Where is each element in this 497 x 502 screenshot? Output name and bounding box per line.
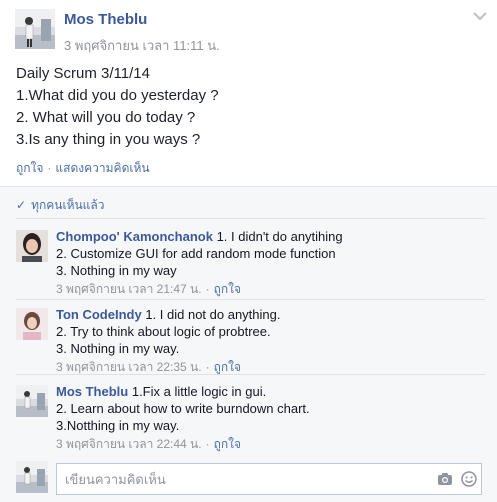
comment-like-link[interactable]: ถูกใจ — [214, 360, 241, 374]
check-icon: ✓ — [16, 198, 27, 212]
comment-text-continued: 2. Customize GUI for add random mode fun… — [56, 246, 336, 278]
separator-dot: · — [205, 282, 210, 296]
comment-timestamp[interactable]: 3 พฤศจิกายน เวลา 21:47 น. — [56, 282, 202, 296]
comment-like-link[interactable]: ถูกใจ — [214, 282, 241, 296]
comment-author[interactable]: Chompoo' Kamonchanok — [56, 229, 213, 244]
comment-link[interactable]: แสดงความคิดเห็น — [55, 161, 149, 175]
divider — [16, 299, 485, 300]
seen-by-indicator[interactable]: ✓ ทุกคนเห็นแล้ว — [16, 196, 105, 215]
separator-dot: · — [47, 161, 52, 175]
post-message: Daily Scrum 3/11/14 1.What did you do ye… — [16, 65, 219, 148]
post-timestamp[interactable]: 3 พฤศจิกายน เวลา 11:11 น. — [64, 35, 220, 56]
comment-timestamp[interactable]: 3 พฤศจิกายน เวลา 22:44 น. — [56, 437, 202, 451]
comment-meta: 3 พฤศจิกายน เวลา 22:44 น. · ถูกใจ — [56, 436, 486, 453]
comment-body: Mos Theblu 1.Fix a little logic in gui. … — [56, 383, 486, 453]
comment-text-continued: 2. Try to think about logic of probtree.… — [56, 324, 271, 356]
comment-text-continued: 2. Learn about how to write burndown cha… — [56, 401, 310, 433]
commenter-avatar[interactable] — [16, 385, 48, 417]
comment-body: Chompoo' Kamonchanok 1. I didn't do anyt… — [56, 228, 486, 298]
comment-text: 1.Fix a little logic in gui. — [131, 384, 267, 399]
current-user-avatar — [16, 461, 48, 493]
comment-timestamp[interactable]: 3 พฤศจิกายน เวลา 22:35 น. — [56, 360, 202, 374]
comment-body: Ton CodeIndy 1. I did not do anything. 2… — [56, 306, 486, 376]
comment-text: 1. I didn't do anytihing — [216, 229, 343, 244]
comment-text: 1. I did not do anything. — [145, 307, 281, 322]
camera-icon[interactable] — [437, 472, 453, 486]
divider — [16, 374, 485, 375]
emoji-icon[interactable] — [461, 471, 477, 487]
separator-dot: · — [205, 437, 210, 451]
post-actions: ถูกใจ · แสดงความคิดเห็น — [16, 159, 150, 178]
comment-author[interactable]: Mos Theblu — [56, 384, 128, 399]
divider — [16, 218, 485, 219]
commenter-avatar[interactable] — [16, 230, 48, 262]
comment-input[interactable] — [57, 464, 433, 494]
separator-dot: · — [205, 360, 210, 374]
comment-author[interactable]: Ton CodeIndy — [56, 307, 142, 322]
post-author-name[interactable]: Mos Theblu — [64, 11, 147, 28]
commenter-avatar[interactable] — [16, 308, 48, 340]
like-link[interactable]: ถูกใจ — [16, 161, 43, 175]
comments-section: ✓ ทุกคนเห็นแล้ว Chompoo' Kamonchanok 1. I… — [0, 186, 497, 502]
post-card: Mos Theblu 3 พฤศจิกายน เวลา 11:11 น. Dai… — [0, 0, 497, 502]
comment-like-link[interactable]: ถูกใจ — [214, 437, 241, 451]
comment-meta: 3 พฤศจิกายน เวลา 21:47 น. · ถูกใจ — [56, 281, 486, 298]
comment-composer — [56, 463, 482, 495]
seen-by-label: ทุกคนเห็นแล้ว — [31, 198, 105, 212]
post-author-avatar[interactable] — [15, 9, 55, 49]
chevron-down-icon[interactable] — [472, 10, 488, 22]
